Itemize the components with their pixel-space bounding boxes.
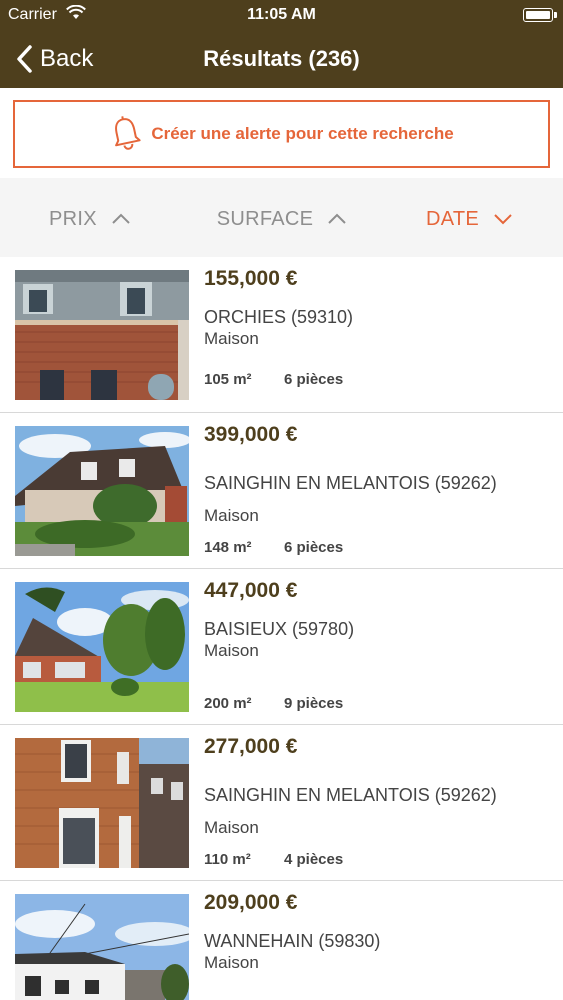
listing-city: ORCHIES (59310)	[204, 307, 354, 327]
listing-card[interactable]: 155,000 € ORCHIES (59310) Maison 105 m² …	[0, 257, 563, 413]
chevron-up-icon	[328, 213, 346, 224]
listing-type: Maison	[204, 818, 259, 837]
property-photo	[15, 894, 189, 1000]
page-title: Résultats (236)	[203, 46, 360, 71]
sort-tab-label: PRIX	[49, 207, 97, 230]
listing-city: WANNEHAIN (59830)	[204, 931, 381, 951]
sort-tab-label: SURFACE	[216, 207, 314, 230]
listing-city: BAISIEUX (59780)	[204, 619, 355, 639]
listing-rooms: 9 pièces	[284, 695, 344, 712]
listing-surface: 105 m²	[204, 371, 252, 388]
listing-card[interactable]: 277,000 € SAINGHIN EN MELANTOIS (59262) …	[0, 725, 563, 881]
create-alert-button[interactable]: Créer une alerte pour cette recherche	[13, 100, 550, 168]
alert-section: Créer une alerte pour cette recherche	[0, 88, 563, 178]
listing-city: SAINGHIN EN MELANTOIS (59262)	[204, 785, 497, 805]
listing-rooms: 4 pièces	[284, 851, 344, 868]
listing-price: 209,000 €	[204, 891, 298, 914]
clock: 11:05 AM	[247, 6, 316, 23]
listing-rooms: 6 pièces	[284, 371, 344, 388]
property-photo	[15, 582, 189, 712]
listing-type: Maison	[204, 506, 259, 525]
sort-tab-surface[interactable]: SURFACE	[188, 178, 376, 260]
chevron-down-icon	[494, 214, 512, 225]
property-photo	[15, 426, 189, 556]
sort-tab-prix[interactable]: PRIX	[0, 178, 180, 260]
navigation-bar: Back Résultats (236)	[0, 30, 563, 88]
listing-rooms: 6 pièces	[284, 539, 344, 556]
sort-tab-date[interactable]: DATE	[376, 178, 563, 261]
sort-tab-label: DATE	[425, 207, 480, 230]
listing-surface: 110 m²	[204, 851, 251, 868]
property-photo	[15, 270, 189, 400]
listing-price: 155,000 €	[204, 267, 298, 290]
property-photo	[15, 738, 189, 868]
chevron-up-icon	[112, 213, 130, 224]
listing-price: 277,000 €	[204, 735, 298, 758]
listing-surface: 148 m²	[204, 539, 252, 556]
listing-price: 399,000 €	[204, 423, 298, 446]
bell-icon	[115, 116, 141, 150]
listing-price: 447,000 €	[204, 579, 298, 602]
listing-card[interactable]: 399,000 € SAINGHIN EN MELANTOIS (59262) …	[0, 413, 563, 569]
listing-type: Maison	[204, 329, 259, 348]
create-alert-label: Créer une alerte pour cette recherche	[151, 124, 454, 143]
listing-card[interactable]: 209,000 € WANNEHAIN (59830) Maison	[0, 881, 563, 1000]
listing-surface: 200 m²	[204, 695, 252, 712]
status-bar: Carrier 11:05 AM	[0, 0, 563, 30]
sort-bar: PRIX SURFACE DATE	[0, 178, 563, 261]
battery-icon	[523, 8, 557, 22]
listing-card[interactable]: 447,000 € BAISIEUX (59780) Maison 200 m²…	[0, 569, 563, 725]
listing-city: SAINGHIN EN MELANTOIS (59262)	[204, 473, 497, 493]
listing-type: Maison	[204, 641, 259, 660]
listing-type: Maison	[204, 953, 259, 972]
